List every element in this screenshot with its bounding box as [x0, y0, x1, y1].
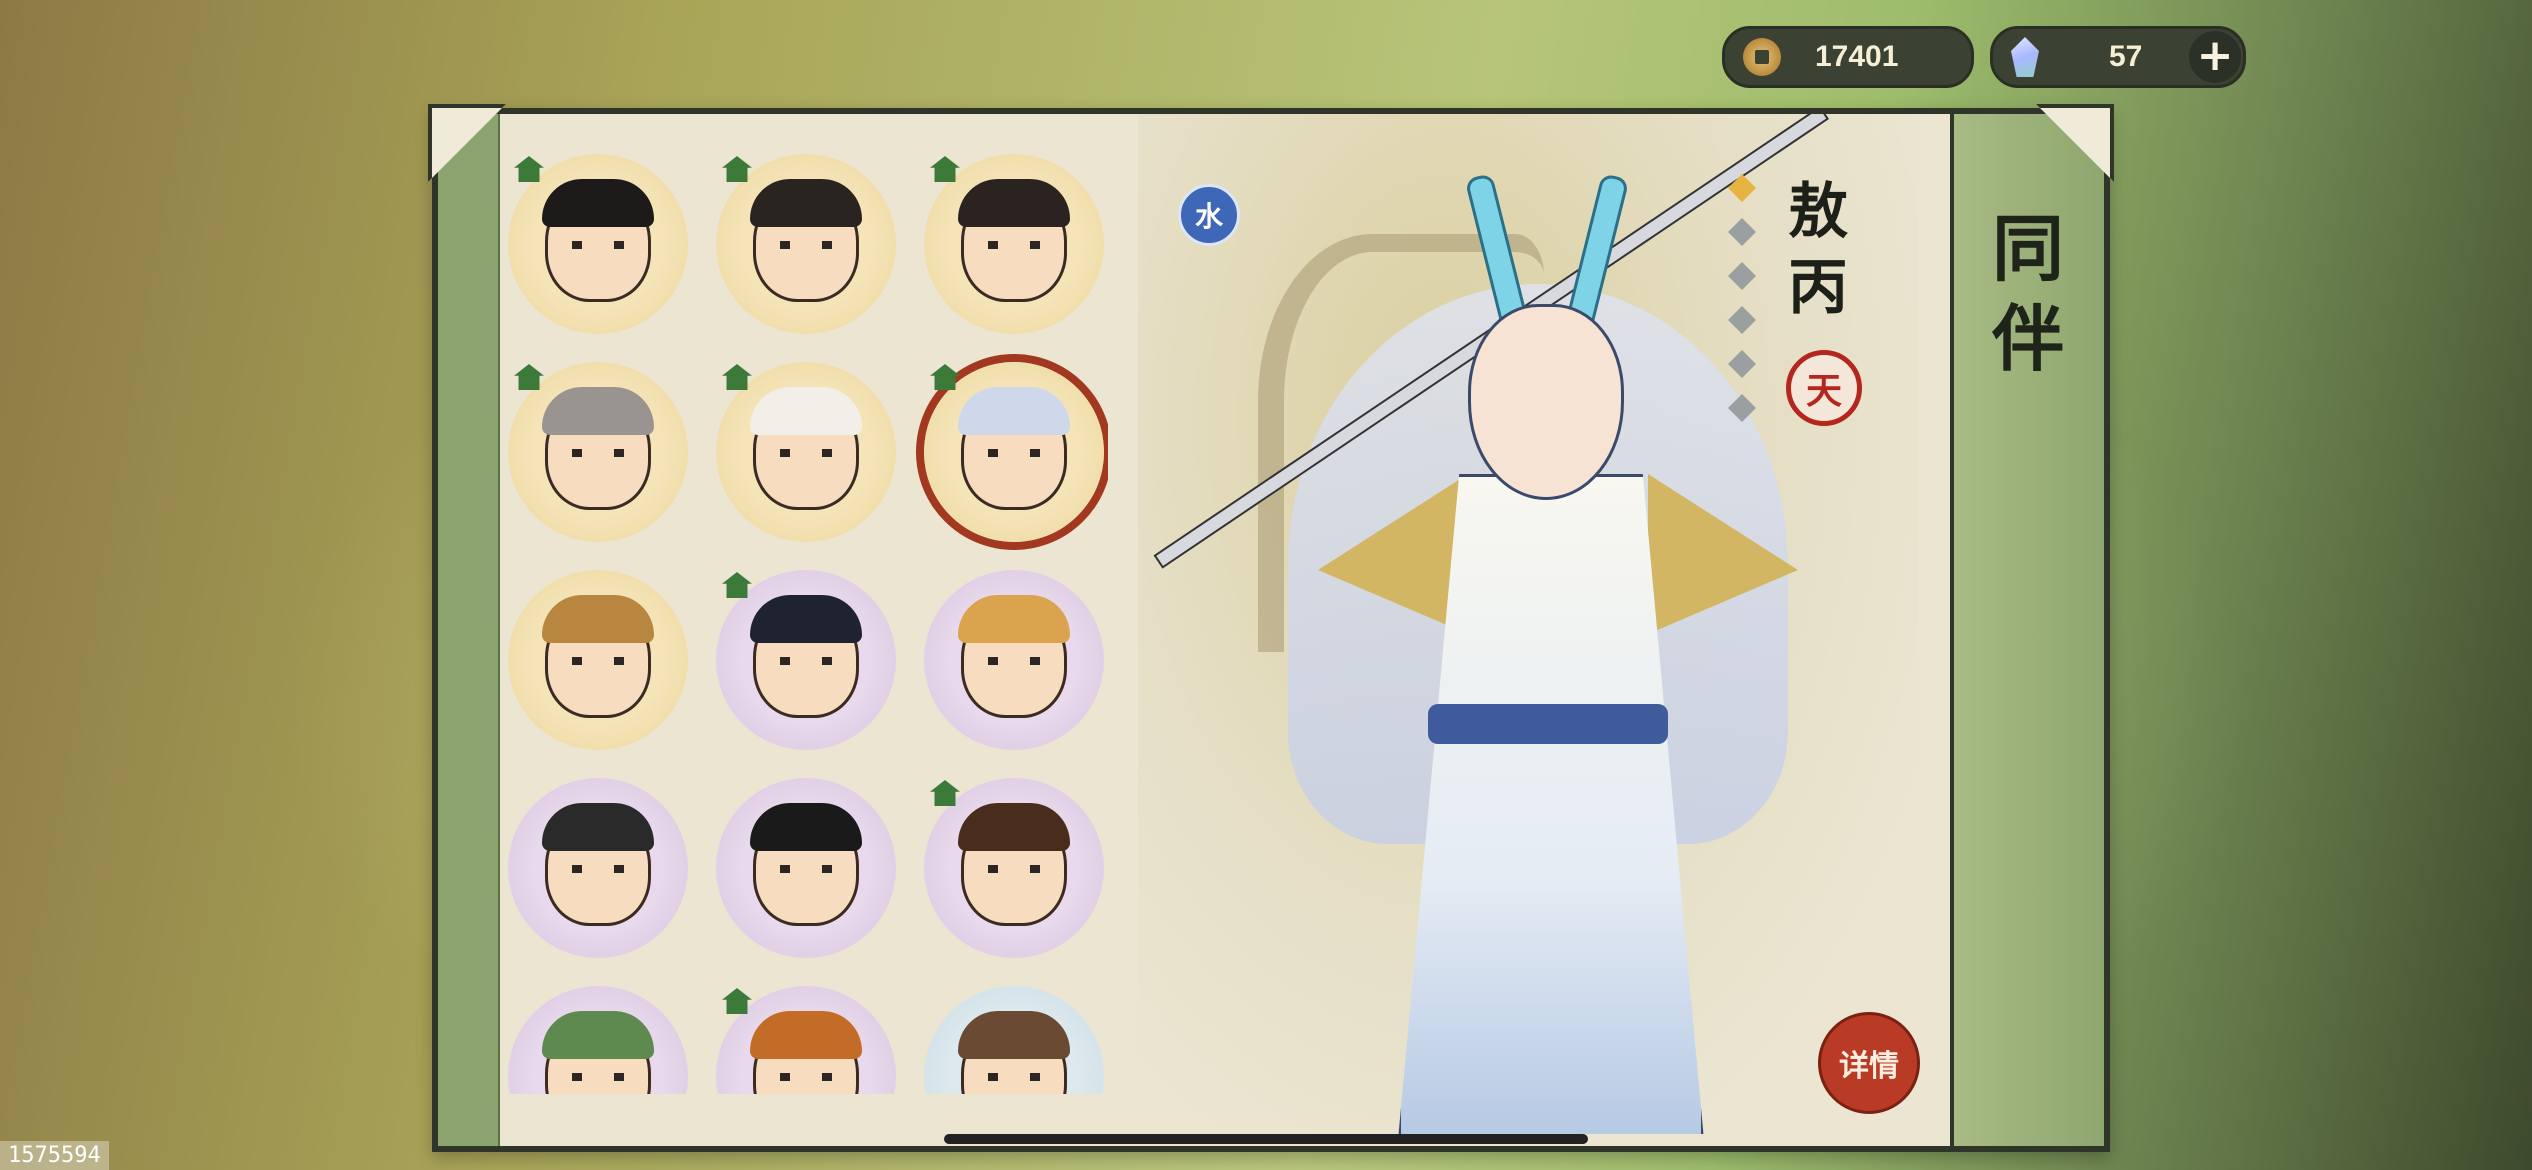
companion-face [958, 595, 1070, 718]
star-rating [1728, 174, 1764, 438]
scroll-edge-left [438, 114, 500, 1146]
hero-head [1468, 304, 1624, 500]
star-icon [1728, 218, 1756, 246]
companion-hair [958, 803, 1070, 851]
companion-portrait[interactable] [716, 154, 896, 334]
companion-portrait[interactable] [508, 362, 688, 542]
house-icon [930, 780, 960, 806]
companion-face [542, 179, 654, 302]
star-icon [1728, 306, 1756, 334]
companion-panel: 同伴 水 敖丙 天 详情 [428, 104, 2114, 1152]
companion-face [542, 1011, 654, 1094]
companion-hair [750, 1011, 862, 1059]
water-element-badge: 水 [1178, 184, 1240, 246]
companion-eyes [572, 1073, 624, 1081]
companion-eyes [780, 865, 832, 873]
star-icon [1728, 394, 1756, 422]
companion-face [542, 387, 654, 510]
companion-face [542, 803, 654, 926]
companion-face [750, 179, 862, 302]
companion-face [958, 179, 1070, 302]
companion-portrait[interactable] [716, 570, 896, 750]
gem-counter[interactable]: 57 + [1990, 26, 2246, 88]
panel-title: 同伴 [1992, 206, 2065, 381]
companion-portrait[interactable] [508, 570, 688, 750]
star-icon [1728, 350, 1756, 378]
coin-icon [1743, 38, 1781, 76]
companion-face [958, 387, 1070, 510]
star-icon [1728, 262, 1756, 290]
companion-portrait[interactable] [924, 154, 1104, 334]
companion-portrait[interactable] [716, 986, 896, 1094]
companion-portrait[interactable] [508, 986, 688, 1094]
companion-portrait[interactable] [508, 778, 688, 958]
companion-eyes [988, 449, 1040, 457]
house-icon [722, 988, 752, 1014]
details-button[interactable]: 详情 [1818, 1012, 1920, 1114]
house-icon [930, 364, 960, 390]
companion-portrait[interactable] [924, 778, 1104, 958]
companion-face [750, 595, 862, 718]
companion-face [958, 803, 1070, 926]
companion-hair [958, 387, 1070, 435]
hero-name-block: 敖丙 天 [1728, 174, 1908, 574]
house-icon [514, 156, 544, 182]
scroll-indicator [944, 1134, 1588, 1144]
house-icon [722, 156, 752, 182]
hero-sash [1428, 704, 1668, 744]
companion-hair [750, 595, 862, 643]
coin-amount: 17401 [1815, 40, 1899, 73]
companion-eyes [780, 657, 832, 665]
companion-hair [958, 1011, 1070, 1059]
companion-portrait[interactable] [924, 362, 1104, 542]
companion-face [750, 1011, 862, 1094]
corner-id: 1575594 [0, 1141, 109, 1170]
companion-hair [958, 179, 1070, 227]
companion-eyes [988, 241, 1040, 249]
gem-icon [2011, 37, 2039, 77]
companion-hair [750, 803, 862, 851]
companion-eyes [780, 449, 832, 457]
companion-hair [542, 387, 654, 435]
companion-face [750, 387, 862, 510]
star-icon [1728, 174, 1756, 202]
companion-hair [542, 803, 654, 851]
companion-grid[interactable] [508, 154, 1108, 1094]
add-gems-button[interactable]: + [2189, 31, 2241, 83]
companion-eyes [780, 1073, 832, 1081]
companion-eyes [572, 241, 624, 249]
gem-amount: 57 [2109, 40, 2143, 73]
companion-face [958, 1011, 1070, 1094]
companion-hair [958, 595, 1070, 643]
companion-portrait[interactable] [924, 570, 1104, 750]
house-icon [930, 156, 960, 182]
house-icon [722, 572, 752, 598]
companion-portrait[interactable] [924, 986, 1104, 1094]
companion-hair [750, 179, 862, 227]
companion-eyes [988, 1073, 1040, 1081]
companion-face [750, 803, 862, 926]
coin-counter[interactable]: 17401 [1722, 26, 1974, 88]
rank-seal: 天 [1786, 350, 1862, 426]
companion-hair [542, 179, 654, 227]
companion-eyes [988, 657, 1040, 665]
companion-eyes [988, 865, 1040, 873]
house-icon [722, 364, 752, 390]
companion-portrait[interactable] [508, 154, 688, 334]
companion-eyes [572, 865, 624, 873]
companion-face [542, 595, 654, 718]
companion-portrait[interactable] [716, 362, 896, 542]
companion-hair [750, 387, 862, 435]
companion-hair [542, 595, 654, 643]
companion-portrait[interactable] [716, 778, 896, 958]
companion-eyes [572, 657, 624, 665]
hero-name: 敖丙 [1788, 177, 1848, 323]
companion-eyes [780, 241, 832, 249]
companion-hair [542, 1011, 654, 1059]
house-icon [514, 364, 544, 390]
companion-eyes [572, 449, 624, 457]
